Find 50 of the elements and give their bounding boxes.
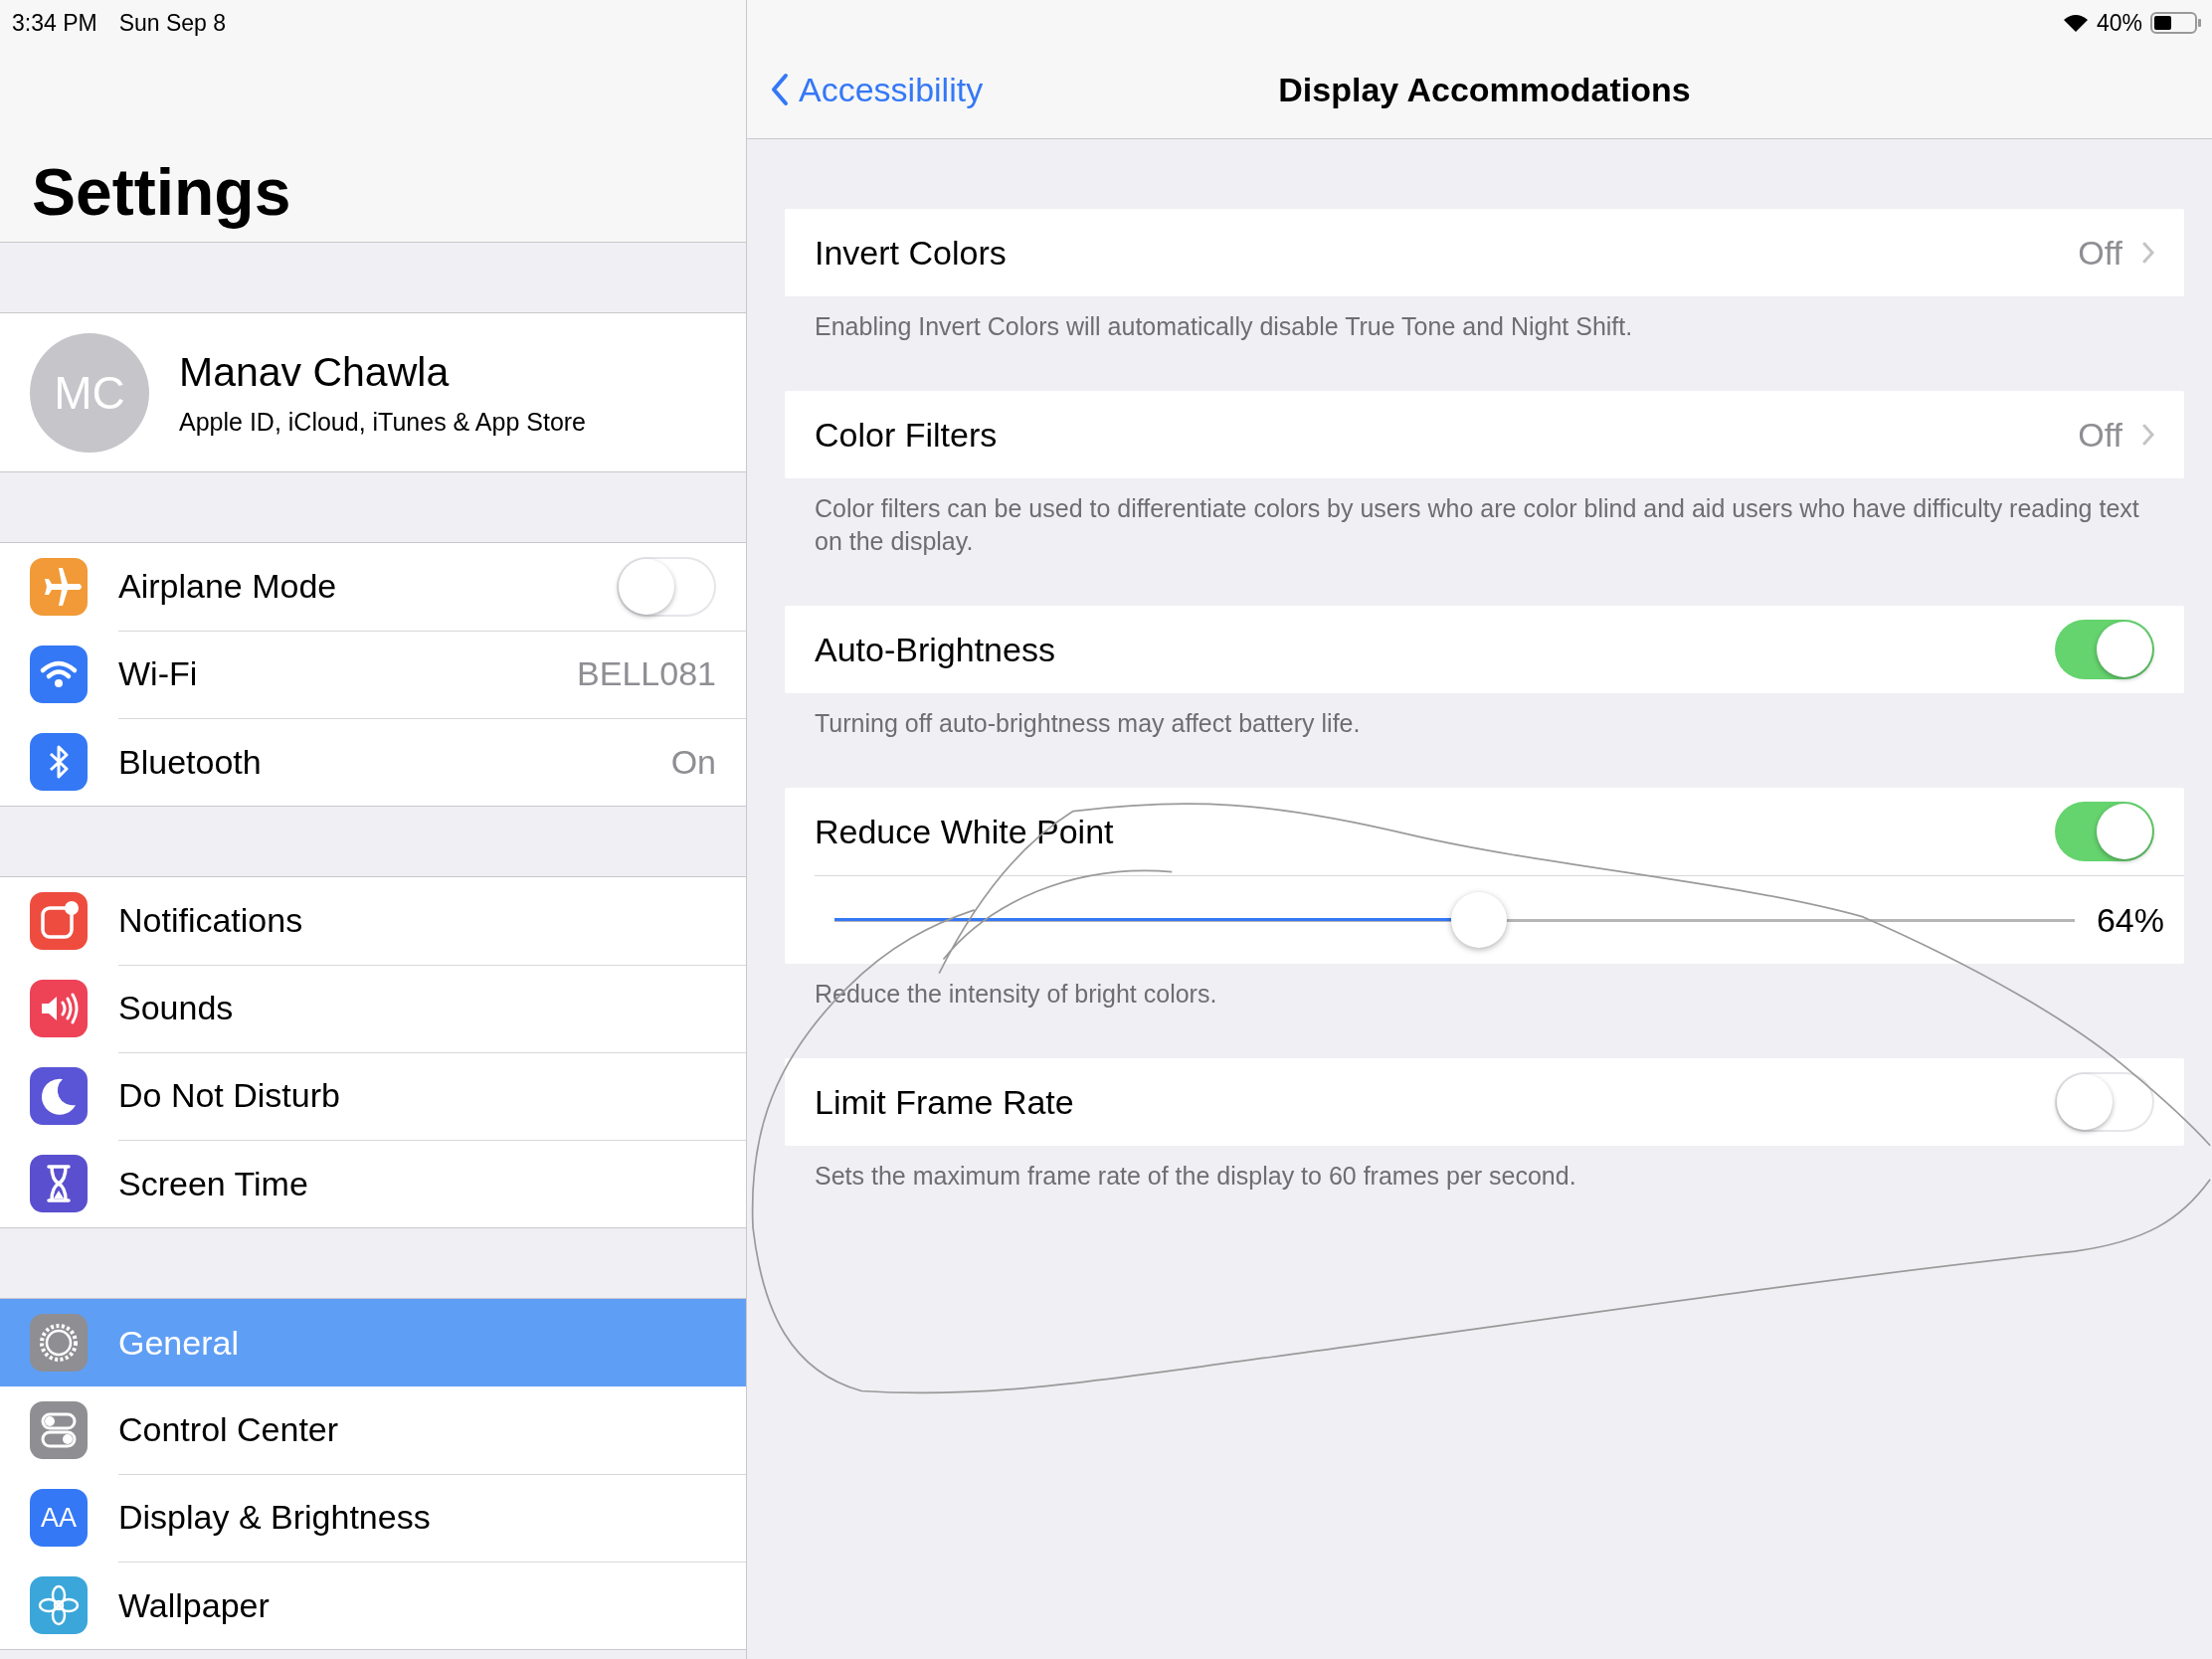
settings-row[interactable]: Invert Colors Off bbox=[785, 209, 2184, 296]
item-label: Wallpaper bbox=[118, 1585, 271, 1625]
setting-value: Off bbox=[2078, 415, 2122, 455]
chevron-icon bbox=[2142, 424, 2154, 446]
item-label: Control Center bbox=[118, 1410, 340, 1449]
item-value: On bbox=[670, 742, 716, 782]
display-icon: AA bbox=[30, 1489, 88, 1547]
footer-note: Sets the maximum frame rate of the display to 60 frames per second. bbox=[814, 1161, 1577, 1192]
item-label: Display & Brightness bbox=[118, 1498, 432, 1537]
settings-row[interactable]: Limit Frame Rate bbox=[785, 1058, 2184, 1146]
profile-subtitle: Apple ID, iCloud, iTunes & App Store bbox=[179, 407, 587, 437]
item-label: General bbox=[118, 1323, 240, 1363]
setting-label: Color Filters bbox=[815, 415, 999, 455]
toggle-switch[interactable] bbox=[617, 556, 716, 617]
footer-note: Enabling Invert Colors will automatically disable True Tone and Night Shift. bbox=[814, 311, 1634, 342]
setting-label: Limit Frame Rate bbox=[815, 1082, 1075, 1122]
item-label: Airplane Mode bbox=[118, 567, 338, 606]
settings-row[interactable]: Reduce White Point bbox=[785, 788, 2184, 875]
status-time: 3:34 PM bbox=[12, 9, 97, 37]
footer-note: Turning off auto-brightness may affect battery life. bbox=[814, 708, 1362, 739]
back-link[interactable]: Accessibility bbox=[771, 70, 984, 109]
setting-value: Off bbox=[2078, 233, 2122, 273]
slider-reading: 64% bbox=[2096, 900, 2164, 940]
toggle-switch[interactable] bbox=[2055, 802, 2154, 861]
status-date: Sun Sep 8 bbox=[118, 9, 227, 37]
chevron-icon bbox=[2142, 242, 2154, 264]
item-value: BELL081 bbox=[577, 654, 716, 693]
avatar-initials: MC bbox=[30, 332, 149, 453]
setting-label: Invert Colors bbox=[815, 233, 1008, 273]
item-label: Sounds bbox=[118, 989, 235, 1027]
setting-label: Auto-Brightness bbox=[815, 630, 1056, 669]
page-title: Display Accommodations bbox=[1278, 70, 1691, 109]
toggle-switch[interactable] bbox=[2055, 620, 2154, 679]
battery-icon bbox=[2150, 12, 2202, 34]
settings-row[interactable]: Color Filters Off bbox=[785, 391, 2184, 478]
item-label: Wi-Fi bbox=[118, 654, 199, 693]
item-label: Screen Time bbox=[118, 1164, 309, 1203]
chevron-back-icon bbox=[771, 73, 789, 106]
slider-thumb[interactable] bbox=[1451, 892, 1508, 948]
profile-row[interactable]: MC Manav Chawla Apple ID, iCloud, iTunes & App Store bbox=[0, 313, 746, 472]
profile-name: Manav Chawla bbox=[179, 348, 451, 396]
footer-note: Color filters can be used to differentiate colors by users who are color blind and aid users who have difficulty reading text on the display. bbox=[814, 493, 2140, 557]
wifi-signal-icon bbox=[2062, 13, 2089, 33]
setting-label: Reduce White Point bbox=[815, 812, 1115, 851]
item-label: Bluetooth bbox=[118, 742, 263, 782]
battery-percent: 40% bbox=[2096, 9, 2142, 37]
item-label: Notifications bbox=[118, 901, 304, 940]
toggle-switch[interactable] bbox=[2055, 1072, 2154, 1132]
settings-row[interactable]: Auto-Brightness bbox=[785, 606, 2184, 693]
item-label: Do Not Disturb bbox=[118, 1076, 341, 1115]
